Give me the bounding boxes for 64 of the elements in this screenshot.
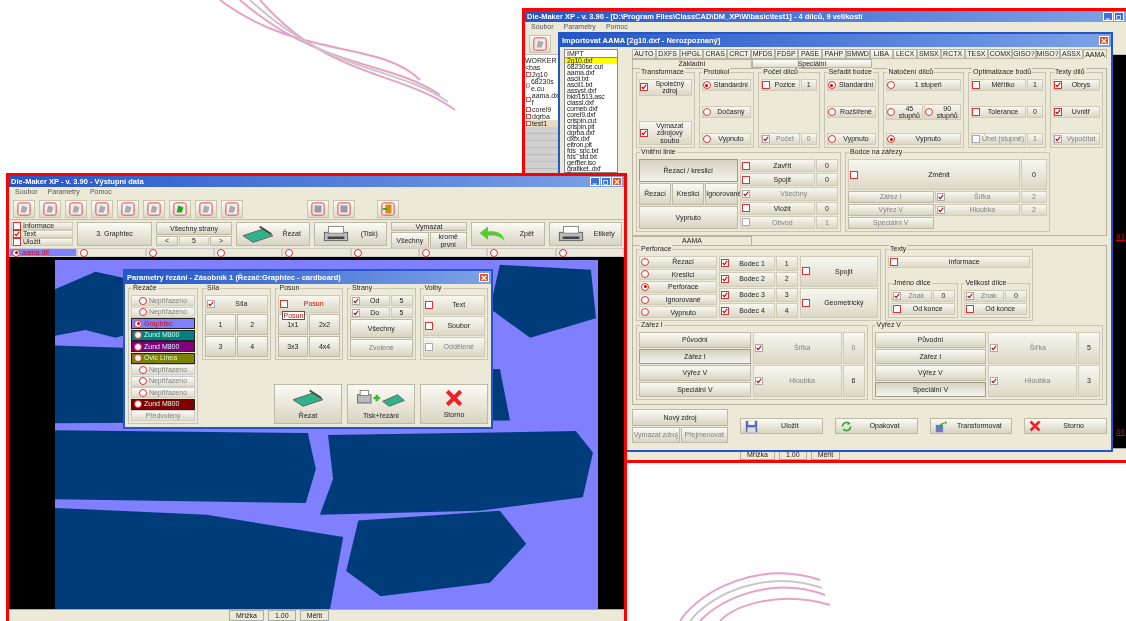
- close-button[interactable]: [612, 177, 622, 186]
- checkmark-icon: [208, 301, 214, 307]
- toolbar-button[interactable]: [333, 200, 355, 218]
- restore-icon: [1116, 13, 1122, 20]
- piece-icon: [533, 37, 547, 51]
- plotter-icon: [291, 388, 325, 409]
- piece-icon: [147, 202, 161, 216]
- refresh-icon: [839, 419, 853, 433]
- checkmark-icon: [722, 260, 729, 267]
- checkmark-icon: [722, 307, 729, 314]
- minimize-button[interactable]: [1103, 12, 1113, 21]
- toolbar-button[interactable]: [143, 200, 165, 218]
- checkmark-icon: [894, 293, 900, 299]
- piece-icon: [17, 202, 31, 216]
- piece-label: 97: [1116, 233, 1125, 242]
- toolbar-button[interactable]: [221, 200, 243, 218]
- checkmark-icon: [755, 345, 762, 351]
- checkmark-icon: [742, 191, 749, 197]
- toolbar-button[interactable]: [195, 200, 217, 218]
- checkmark-icon: [755, 378, 762, 384]
- toolbar-button[interactable]: [13, 200, 35, 218]
- toolbar-button[interactable]: [529, 35, 551, 53]
- toolbar-button[interactable]: [169, 200, 191, 218]
- plotter-icon: [241, 224, 275, 244]
- close-icon: [481, 274, 487, 281]
- piece-icon: [173, 202, 187, 216]
- checkmark-icon: [991, 378, 998, 384]
- maximize-button[interactable]: [601, 177, 611, 186]
- checkmark-icon: [641, 84, 647, 91]
- restore-icon: [603, 178, 609, 185]
- piece-icon: [121, 202, 135, 216]
- close-icon: [1029, 420, 1042, 432]
- close-icon: [614, 178, 620, 185]
- minimize-button[interactable]: [590, 177, 600, 186]
- checkmark-icon: [1055, 136, 1061, 142]
- checkmark-icon: [722, 276, 729, 283]
- maximize-button[interactable]: [1114, 12, 1124, 21]
- piece-icon: [43, 202, 57, 216]
- toolbar-button[interactable]: [307, 200, 329, 218]
- close-icon: [445, 389, 463, 408]
- toolbar-button[interactable]: [65, 200, 87, 218]
- checkmark-icon: [966, 293, 973, 299]
- piece-icon: [95, 202, 109, 216]
- piece-icon: [225, 202, 239, 216]
- print-plus-plotter-icon: [354, 388, 408, 409]
- checkmark-icon: [722, 291, 729, 298]
- close-icon: [1101, 37, 1107, 44]
- checkmark-icon: [763, 136, 770, 142]
- checkmark-icon: [641, 130, 647, 136]
- piece-icon: [199, 202, 213, 216]
- toolbar-button[interactable]: [39, 200, 61, 218]
- piece-icon: [69, 202, 83, 216]
- close-button[interactable]: [479, 273, 489, 282]
- toolbar-button[interactable]: [117, 200, 139, 218]
- toolbar-button[interactable]: [91, 200, 113, 218]
- piece-label: 88: [1116, 428, 1125, 437]
- checkmark-icon: [14, 231, 20, 237]
- toolbar-button[interactable]: [377, 200, 399, 218]
- transform-icon: [934, 419, 948, 433]
- exit-door-icon: [381, 202, 395, 216]
- checkmark-icon: [1055, 82, 1061, 88]
- checkmark-icon: [991, 345, 998, 351]
- close-button[interactable]: [1099, 36, 1109, 45]
- checkmark-icon: [1055, 109, 1061, 115]
